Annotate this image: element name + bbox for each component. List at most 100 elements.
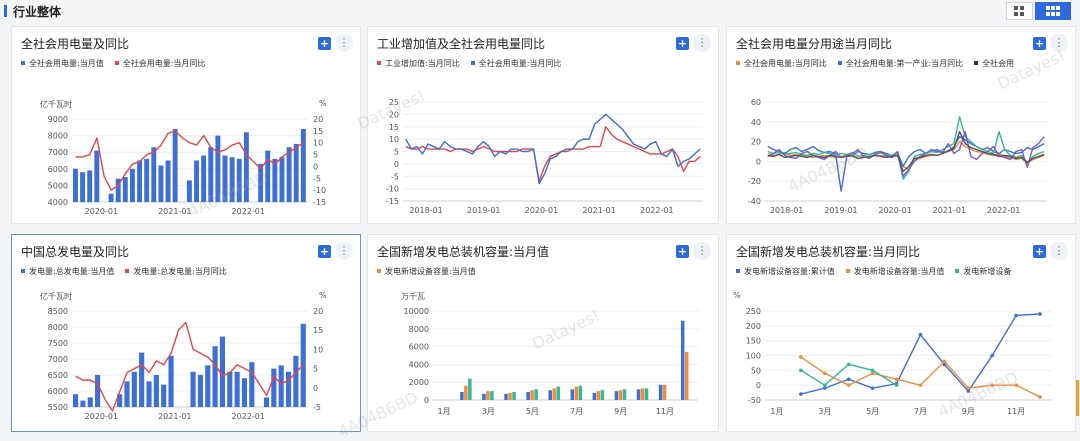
bar[interactable] — [172, 128, 178, 202]
bar[interactable] — [578, 385, 583, 400]
bar[interactable] — [129, 168, 135, 202]
chart-card[interactable]: 全社会用电量分用途当月同比 + ⋮ 全社会用电量:当月同比 全社会用电量:第一产业:当月… — [726, 26, 1076, 224]
series-point[interactable] — [1014, 313, 1018, 318]
bar[interactable] — [618, 390, 623, 400]
series-point[interactable] — [846, 377, 851, 382]
bar[interactable] — [482, 393, 486, 400]
bar[interactable] — [243, 132, 249, 202]
series-point[interactable] — [942, 359, 947, 364]
bar[interactable] — [636, 389, 641, 400]
bar[interactable] — [73, 394, 79, 407]
bar[interactable] — [219, 336, 226, 407]
bar[interactable] — [194, 160, 199, 203]
bar[interactable] — [512, 391, 516, 400]
bar[interactable] — [124, 381, 130, 407]
series-point[interactable] — [918, 383, 923, 387]
bar[interactable] — [504, 393, 508, 400]
bar[interactable] — [186, 180, 192, 202]
series-point[interactable] — [846, 362, 851, 367]
bar[interactable] — [80, 400, 86, 407]
bar[interactable] — [640, 388, 645, 400]
bar[interactable] — [212, 346, 218, 407]
bar[interactable] — [94, 150, 100, 202]
bar[interactable] — [222, 155, 228, 202]
bar[interactable] — [526, 391, 530, 400]
grid-3x3-view-button[interactable] — [1035, 2, 1071, 20]
bar[interactable] — [285, 371, 292, 407]
bar[interactable] — [534, 389, 538, 400]
bar[interactable] — [600, 390, 605, 400]
bar[interactable] — [108, 193, 114, 202]
series-point[interactable] — [918, 332, 923, 337]
series-point[interactable] — [822, 371, 827, 376]
chart-card[interactable]: 全国新增发电总装机容量:当月值 + ⋮ 发电新增设备容量:当月值 万千瓦 0 2000 400… — [367, 234, 719, 432]
series-point[interactable] — [1038, 312, 1042, 316]
series-point[interactable] — [870, 368, 875, 373]
bar[interactable] — [684, 351, 689, 400]
series-point[interactable] — [846, 383, 851, 387]
bar[interactable] — [146, 381, 152, 407]
series-point[interactable] — [870, 386, 875, 390]
bar[interactable] — [614, 391, 619, 400]
bar[interactable] — [460, 391, 464, 400]
bar[interactable] — [592, 392, 597, 400]
bar[interactable] — [197, 375, 203, 407]
series-line[interactable] — [405, 126, 701, 182]
bar[interactable] — [596, 391, 601, 400]
bar[interactable] — [95, 375, 101, 407]
bar[interactable] — [662, 384, 667, 400]
series-point[interactable] — [799, 392, 803, 396]
scroll-indicator[interactable] — [1076, 380, 1079, 416]
bar[interactable] — [570, 389, 575, 400]
bar[interactable] — [131, 371, 137, 407]
chart-card[interactable]: 全国新增发电总装机容量:当月同比 + ⋮ 发电新增设备容量:累计值 发电新增设备容量:当… — [726, 234, 1076, 432]
bar[interactable] — [548, 390, 552, 400]
bar[interactable] — [658, 384, 663, 400]
bar[interactable] — [227, 371, 233, 407]
series-point[interactable] — [1014, 383, 1018, 387]
bar[interactable] — [234, 371, 240, 407]
bar[interactable] — [139, 352, 145, 407]
bar[interactable] — [190, 371, 196, 407]
bar[interactable] — [236, 158, 242, 202]
bar[interactable] — [137, 160, 143, 203]
bar[interactable] — [241, 378, 248, 407]
bar[interactable] — [272, 158, 278, 202]
series-point[interactable] — [799, 355, 803, 359]
series-point[interactable] — [990, 353, 995, 358]
series-point[interactable] — [894, 383, 899, 387]
bar[interactable] — [486, 391, 490, 400]
series-point[interactable] — [990, 383, 995, 387]
bar[interactable] — [122, 177, 128, 202]
bar[interactable] — [161, 384, 167, 407]
bar[interactable] — [263, 397, 270, 407]
bar[interactable] — [168, 355, 174, 407]
series-point[interactable] — [894, 377, 899, 382]
bar[interactable] — [464, 385, 468, 400]
bar[interactable] — [680, 320, 685, 400]
bar[interactable] — [490, 391, 494, 400]
bar[interactable] — [151, 147, 157, 202]
bar[interactable] — [622, 389, 627, 400]
bar[interactable] — [508, 392, 512, 400]
bar[interactable] — [574, 386, 579, 400]
bar[interactable] — [205, 365, 211, 407]
bar[interactable] — [271, 368, 277, 407]
bar[interactable] — [530, 390, 534, 400]
bar[interactable] — [468, 378, 472, 400]
bar[interactable] — [293, 143, 299, 202]
series-line[interactable] — [800, 356, 1041, 398]
bar[interactable] — [153, 375, 159, 407]
bar[interactable] — [144, 158, 150, 202]
chart-card[interactable]: 全社会用电量及同比 + ⋮ 全社会用电量:当月值 全社会用电量:当月同比 亿千瓦时% 400… — [11, 26, 361, 224]
grid-view-button[interactable] — [1006, 2, 1033, 20]
bar[interactable] — [208, 147, 214, 202]
chart-card[interactable]: 工业增加值及全社会用电量同比 + ⋮ 工业增加值:当月同比 全社会用电量:当月同比 -15… — [367, 26, 719, 224]
bar[interactable] — [556, 386, 560, 400]
bar[interactable] — [265, 150, 271, 202]
bar[interactable] — [249, 362, 255, 407]
series-point[interactable] — [966, 386, 971, 390]
bar[interactable] — [215, 135, 221, 202]
bar[interactable] — [644, 388, 649, 400]
bar[interactable] — [258, 163, 264, 202]
